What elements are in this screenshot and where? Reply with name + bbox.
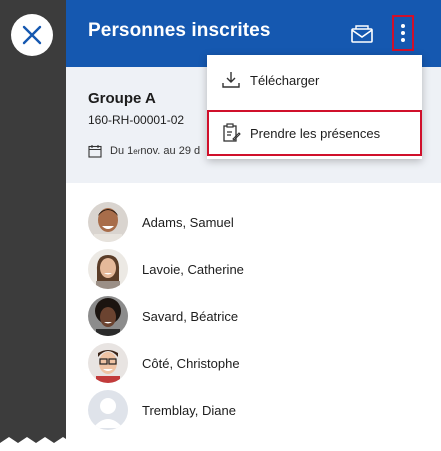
mail-icon [351, 25, 373, 43]
person-name: Lavoie, Catherine [142, 261, 244, 277]
person-name: Adams, Samuel [142, 214, 234, 230]
avatar [88, 296, 128, 336]
calendar-icon [88, 144, 102, 158]
list-item[interactable]: Savard, Béatrice [66, 294, 441, 338]
list-item[interactable]: Côté, Christophe [66, 341, 441, 385]
list-item[interactable]: Adams, Samuel [66, 200, 441, 244]
menu-item-label: Télécharger [250, 72, 320, 88]
options-menu: Télécharger Prendre les présences [207, 55, 422, 159]
email-button[interactable] [350, 22, 374, 46]
avatar [88, 202, 128, 242]
clipboard-attendance-icon [223, 123, 241, 142]
close-icon [22, 25, 42, 45]
group-code: 160-RH-00001-02 [88, 113, 185, 127]
person-name: Tremblay, Diane [142, 402, 236, 418]
avatar [88, 343, 128, 383]
dates-sup: er [133, 146, 141, 156]
avatar [88, 390, 128, 430]
page-title: Personnes inscrites [88, 20, 271, 41]
person-name: Savard, Béatrice [142, 308, 239, 324]
dates-suffix: nov. au 29 d [140, 145, 201, 157]
left-rail [0, 0, 66, 451]
menu-item-download[interactable]: Télécharger [207, 57, 422, 103]
group-dates: Du 1 er nov. au 29 d [88, 144, 200, 158]
list-item[interactable]: Lavoie, Catherine [66, 247, 441, 291]
menu-item-label: Prendre les présences [250, 125, 381, 141]
menu-item-take-attendance[interactable]: Prendre les présences [207, 110, 422, 156]
list-item[interactable]: Tremblay, Diane [66, 388, 441, 432]
avatar [88, 249, 128, 289]
more-vertical-icon [401, 24, 405, 42]
person-name: Côté, Christophe [142, 355, 240, 371]
group-name: Groupe A [88, 90, 156, 107]
close-button[interactable] [11, 14, 53, 56]
dates-prefix: Du 1 [110, 145, 134, 157]
torn-edge [0, 437, 441, 451]
download-icon [222, 72, 240, 88]
more-options-button[interactable] [392, 15, 414, 51]
